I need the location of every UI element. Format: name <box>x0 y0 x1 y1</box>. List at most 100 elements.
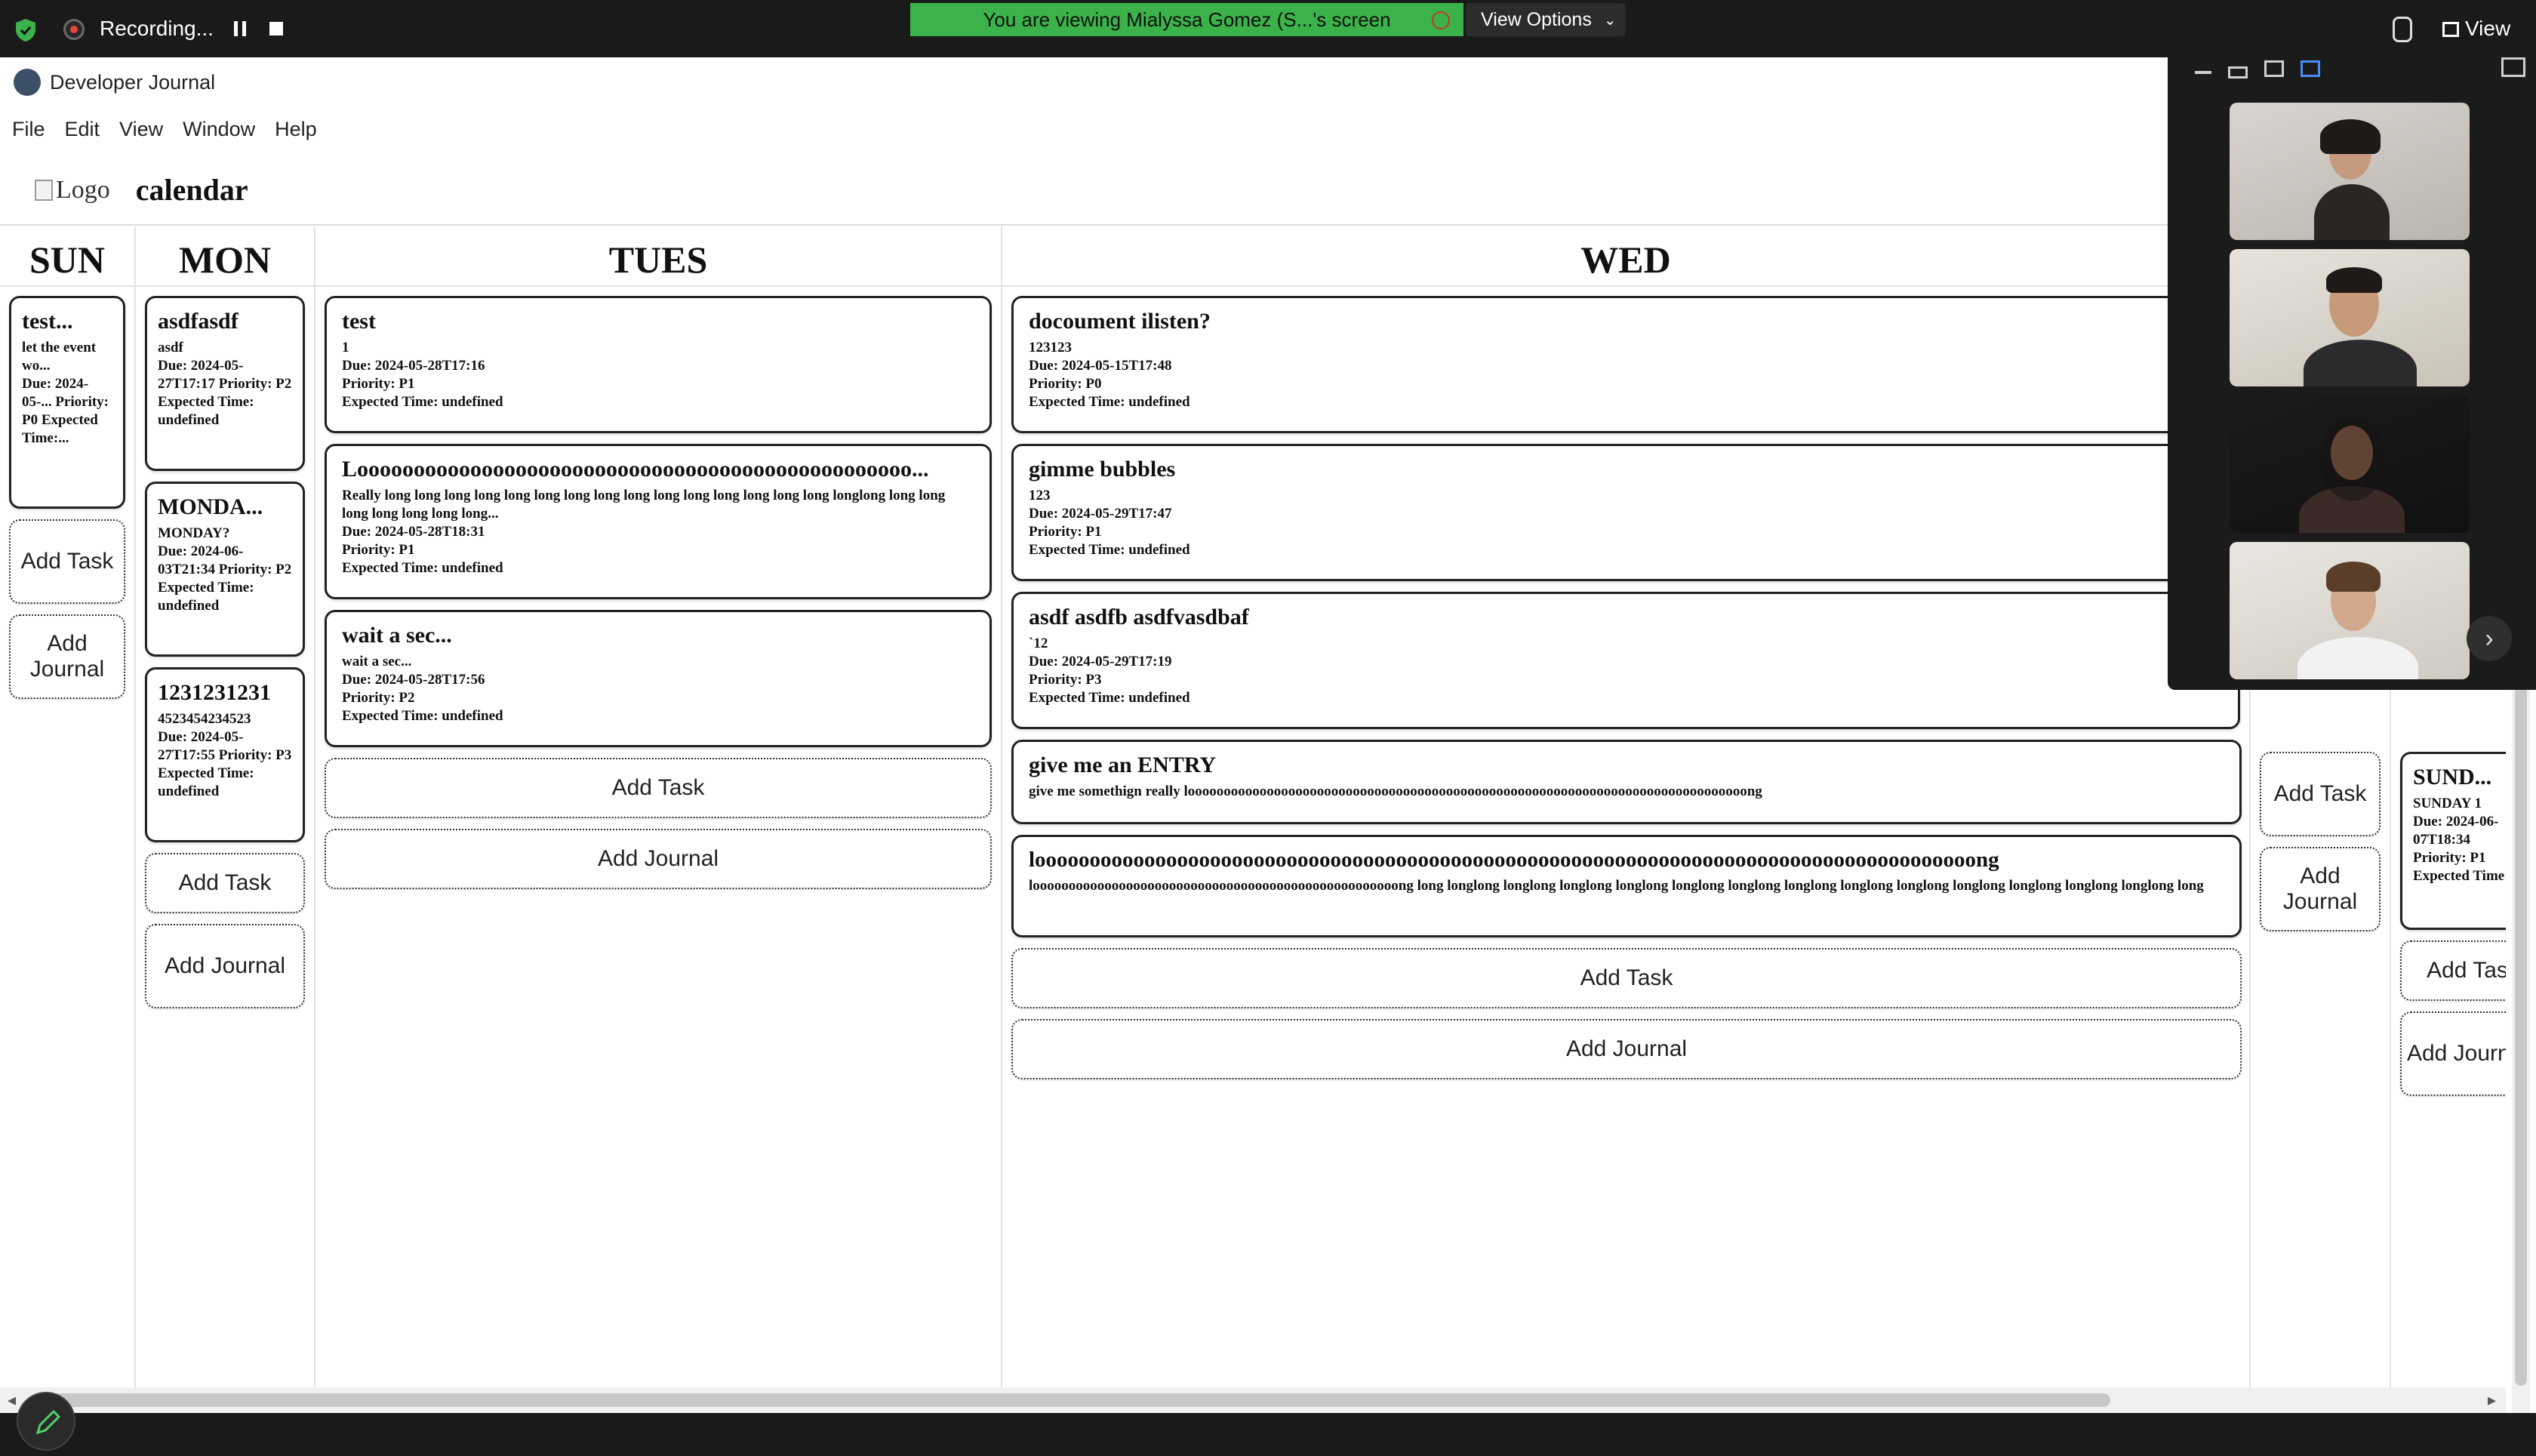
horizontal-scrollbar[interactable]: ◂ ▸ <box>0 1387 2506 1413</box>
view-button[interactable]: View <box>2442 17 2510 41</box>
add-journal-button[interactable]: Add Journal <box>325 829 992 889</box>
task-card[interactable]: MONDA... MONDAY? Due: 2024-06-03T21:34 P… <box>145 482 305 657</box>
journal-body: give me somethign really loooooooooooooo… <box>1029 783 1762 799</box>
day-column-wed: WED docoument ilisten? 123123 Due: 2024-… <box>1002 226 2251 1389</box>
task-title: asdfasdf <box>158 309 239 334</box>
screen-share-banner: You are viewing Mialyssa Gomez (S...'s s… <box>910 3 1463 36</box>
hide-gallery-icon[interactable] <box>2501 57 2525 77</box>
speaker-layout-icon[interactable] <box>2228 66 2248 78</box>
participant-gallery: › <box>2168 56 2536 690</box>
day-column-mon: MON asdfasdf asdf Due: 2024-05-27T17:17 … <box>136 226 315 1389</box>
view-layout-icon <box>2442 22 2459 37</box>
scroll-right-icon[interactable]: ▸ <box>2488 1390 2496 1410</box>
pause-recording-button[interactable] <box>234 21 246 36</box>
task-description: let the event wo... <box>22 340 97 374</box>
task-description: MONDAY? <box>158 525 230 541</box>
task-description: `12 <box>1029 636 1048 651</box>
task-expected-time: Expected Time: undefined <box>1029 394 1190 410</box>
task-details: Due: 2024-05-27T17:17 Priority: P2 Expec… <box>158 358 292 428</box>
menu-window[interactable]: Window <box>183 118 255 141</box>
task-title: wait a sec... <box>342 623 452 648</box>
journal-title: looooooooooooooooooooooooooooooooooooooo… <box>1029 848 1999 872</box>
minimize-icon[interactable] <box>2195 71 2211 88</box>
day-header: WED <box>1002 226 2249 287</box>
participant-video-tile[interactable] <box>2230 103 2470 240</box>
add-journal-button[interactable]: Add Journal <box>2400 1011 2506 1096</box>
annotate-pencil-icon[interactable] <box>17 1392 75 1451</box>
journal-card[interactable]: looooooooooooooooooooooooooooooooooooooo… <box>1011 835 2242 937</box>
add-journal-button[interactable]: Add Journal <box>9 614 125 699</box>
recording-indicator-icon <box>63 19 85 40</box>
menu-file[interactable]: File <box>12 118 45 141</box>
scroll-left-icon[interactable]: ◂ <box>8 1390 16 1410</box>
gallery-grid-icon[interactable] <box>2301 60 2320 77</box>
strip-layout-icon[interactable] <box>2264 60 2284 77</box>
add-journal-button[interactable]: Add Journal <box>1011 1019 2242 1079</box>
add-task-button[interactable]: Add Task <box>145 853 305 913</box>
add-journal-button[interactable]: Add Journal <box>145 924 305 1008</box>
task-due: Due: 2024-05-28T17:56 <box>342 672 485 688</box>
task-card[interactable]: asdfasdf asdf Due: 2024-05-27T17:17 Prio… <box>145 296 305 471</box>
task-priority: Priority: P1 <box>342 376 415 392</box>
task-card[interactable]: wait a sec... wait a sec... Due: 2024-05… <box>325 610 992 747</box>
task-card[interactable]: gimme bubbles 123 Due: 2024-05-29T17:47 … <box>1011 444 2240 581</box>
day-header: SUN <box>0 226 134 287</box>
participant-silhouette <box>2314 184 2390 240</box>
menu-edit[interactable]: Edit <box>65 118 100 141</box>
task-due: Due: 2024-05-29T17:19 <box>1029 654 1172 670</box>
participant-video-tile[interactable] <box>2230 542 2470 679</box>
view-options-button[interactable]: View Options ⌄ <box>1466 3 1626 36</box>
add-task-button[interactable]: Add Tas <box>2400 940 2506 1001</box>
recording-label: Recording... <box>100 17 214 40</box>
task-title: MONDA... <box>158 494 263 519</box>
task-card[interactable]: test... let the event wo... Due: 2024-05… <box>9 296 125 509</box>
pencil-icon <box>35 1409 61 1435</box>
window-titlebar: Developer Journal <box>0 57 2166 107</box>
zoom-toolbar: Recording... You are viewing Mialyssa Go… <box>0 0 2536 57</box>
next-page-chevron-icon[interactable]: › <box>2467 616 2512 661</box>
broken-image-icon <box>35 179 53 201</box>
logo-image: Logo <box>35 176 110 205</box>
day-column-tues: TUES test 1 Due: 2024-05-28T17:16 Priori… <box>315 226 1002 1389</box>
menu-help[interactable]: Help <box>275 118 317 141</box>
task-card[interactable]: Looooooooooooooooooooooooooooooooooooooo… <box>325 444 992 599</box>
task-card[interactable]: test 1 Due: 2024-05-28T17:16 Priority: P… <box>325 296 992 433</box>
immersive-view-icon[interactable] <box>2393 17 2412 42</box>
add-task-button[interactable]: Add Task <box>1011 948 2242 1008</box>
page-header: Logo calendar <box>35 172 248 208</box>
journal-card[interactable]: give me an ENTRY give me somethign reall… <box>1011 740 2242 824</box>
task-due: Due: 2024-05-28T17:16 <box>342 358 485 374</box>
add-task-button[interactable]: Add Task <box>2260 752 2381 836</box>
participant-hair <box>2320 119 2381 154</box>
stop-recording-button[interactable] <box>269 22 283 35</box>
participant-hair <box>2320 418 2385 501</box>
add-journal-button[interactable]: Add Journal <box>2260 847 2381 931</box>
horizontal-scroll-thumb[interactable] <box>30 1393 2110 1407</box>
task-expected-time: Expected Time: undefined <box>342 394 503 410</box>
participant-video-tile[interactable] <box>2230 396 2470 533</box>
task-description: 123123 <box>1029 340 1072 356</box>
task-priority: Priority: P3 <box>1029 672 1102 688</box>
task-card[interactable]: 1231231231 4523454234523 Due: 2024-05-27… <box>145 667 305 842</box>
add-task-button[interactable]: Add Task <box>325 758 992 818</box>
page-title: calendar <box>135 173 248 207</box>
zoom-bottom-strip <box>0 1413 2536 1445</box>
task-priority: Priority: P1 <box>342 542 415 558</box>
add-task-button[interactable]: Add Task <box>9 519 125 604</box>
task-expected-time: Expected Time: undefined <box>1029 542 1190 558</box>
stop-viewing-icon[interactable] <box>1432 11 1450 29</box>
task-card[interactable]: asdf asdfb asdfvasdbaf `12 Due: 2024-05-… <box>1011 592 2240 729</box>
journal-title: give me an ENTRY <box>1029 753 1217 777</box>
chevron-down-icon: ⌄ <box>1603 11 1617 29</box>
task-description: 1 <box>342 340 349 356</box>
day-header: TUES <box>315 226 1001 287</box>
menu-view[interactable]: View <box>119 118 163 141</box>
window-title: Developer Journal <box>50 70 216 94</box>
task-card[interactable]: docoument ilisten? 123123 Due: 2024-05-1… <box>1011 296 2240 433</box>
app-window: Developer Journal File Edit View Window … <box>0 57 2536 1445</box>
task-expected-time: Expected Time: undefined <box>342 560 503 576</box>
participant-video-tile[interactable] <box>2230 249 2470 386</box>
task-description: 4523454234523 <box>158 711 251 727</box>
task-title: test... <box>22 309 73 334</box>
task-card[interactable]: SUND... SUNDAY 1 Due: 2024-06-07T18:34 P… <box>2400 752 2506 930</box>
